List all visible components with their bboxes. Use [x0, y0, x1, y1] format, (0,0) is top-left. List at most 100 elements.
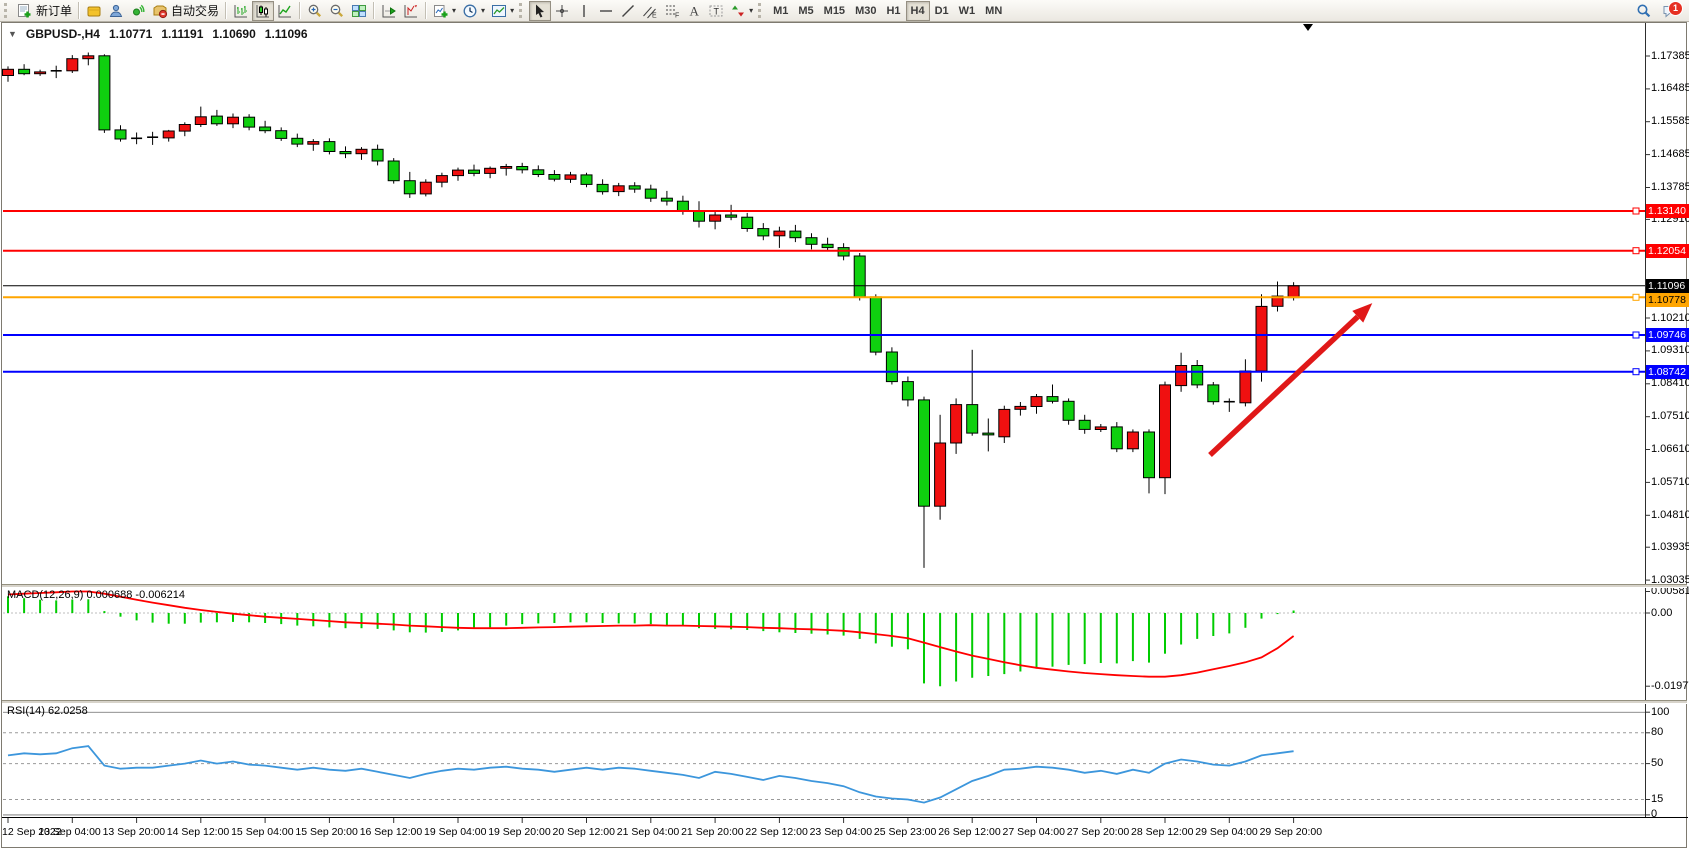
price-axis-line [1645, 23, 1646, 818]
navigator-button[interactable] [127, 1, 149, 21]
time-axis-label[interactable]: 15 Sep 20:00 [295, 826, 357, 838]
rsi-axis-tick: 80 [1651, 726, 1663, 738]
tf-w1-button[interactable]: W1 [954, 1, 981, 21]
tf-mn-button[interactable]: MN [980, 1, 1007, 21]
time-axis-label[interactable]: 20 Sep 12:00 [553, 826, 615, 838]
time-axis-label[interactable]: 19 Sep 04:00 [424, 826, 486, 838]
tf-m30-button[interactable]: M30 [850, 1, 881, 21]
tf-m5-label: M5 [796, 5, 815, 17]
periods-button[interactable]: ▾ [459, 1, 488, 21]
vertical-line-button[interactable] [573, 1, 595, 21]
dropdown-caret-icon[interactable]: ▾ [452, 6, 456, 15]
hline-price-label[interactable]: 1.13140 [1646, 204, 1689, 218]
rsi-axis-tick: 0 [1651, 808, 1657, 820]
candlestick-chart-button[interactable] [252, 1, 274, 21]
trendline-button[interactable] [617, 1, 639, 21]
tf-h1-button[interactable]: H1 [881, 1, 905, 21]
hline-price-label[interactable]: 1.12054 [1646, 244, 1689, 258]
time-axis-label[interactable]: 25 Sep 23:00 [874, 826, 936, 838]
dropdown-caret-icon[interactable]: ▾ [749, 6, 753, 15]
hline-icon [598, 3, 614, 19]
horizontal-line-button[interactable] [595, 1, 617, 21]
crosshair-icon [554, 3, 570, 19]
chart-shift-button[interactable] [400, 1, 422, 21]
price-axis-tick: 1.04810 [1651, 509, 1689, 521]
time-axis-label[interactable]: 13 Sep 04:00 [38, 826, 100, 838]
tf-m1-button[interactable]: M1 [768, 1, 793, 21]
chart-shift-marker[interactable] [1303, 24, 1313, 31]
toolbar-grip[interactable] [758, 3, 764, 18]
arrows-icon [730, 3, 746, 19]
tf-m1-label: M1 [771, 5, 790, 17]
text-label-button[interactable]: T [705, 1, 727, 21]
periods-icon [462, 3, 478, 19]
equidistant-channel-button[interactable]: E [639, 1, 661, 21]
tf-m30-label: M30 [853, 5, 878, 17]
tf-m15-button[interactable]: M15 [819, 1, 850, 21]
time-axis-label[interactable]: 19 Sep 20:00 [488, 826, 550, 838]
time-axis-label[interactable]: 29 Sep 20:00 [1260, 826, 1322, 838]
time-axis-label[interactable]: 26 Sep 12:00 [938, 826, 1000, 838]
tf-m5-button[interactable]: M5 [793, 1, 818, 21]
time-axis-label[interactable]: 15 Sep 04:00 [231, 826, 293, 838]
line-chart-button[interactable] [274, 1, 296, 21]
price-axis-tick: 1.05710 [1651, 476, 1689, 488]
hline-price-label[interactable]: 1.09746 [1646, 328, 1689, 342]
zoom-in-button[interactable] [304, 1, 326, 21]
signal-icon [130, 3, 146, 19]
chevron-down-icon[interactable]: ▼ [8, 29, 17, 39]
tf-h1-label: H1 [884, 5, 902, 17]
time-axis-label[interactable]: 21 Sep 04:00 [617, 826, 679, 838]
time-axis-label[interactable]: 14 Sep 12:00 [167, 826, 229, 838]
tf-h4-button[interactable]: H4 [906, 1, 930, 21]
search-button[interactable] [1633, 1, 1655, 21]
dropdown-caret-icon[interactable]: ▾ [481, 6, 485, 15]
time-axis-label[interactable]: 27 Sep 20:00 [1067, 826, 1129, 838]
ohlc-close: 1.11096 [265, 27, 308, 41]
toolbar-separator [225, 2, 227, 19]
time-axis-label[interactable]: 29 Sep 04:00 [1195, 826, 1257, 838]
tf-d1-button[interactable]: D1 [930, 1, 954, 21]
templates-button[interactable]: ▾ [488, 1, 517, 21]
crosshair-button[interactable] [551, 1, 573, 21]
dropdown-caret-icon[interactable]: ▾ [510, 6, 514, 15]
autotrading-button[interactable]: 自动交易 [149, 1, 222, 21]
price-axis-tick: 1.07510 [1651, 410, 1689, 422]
ohlc-low: 1.10690 [212, 27, 255, 41]
market-watch-button[interactable] [83, 1, 105, 21]
pane-splitter-macd[interactable] [2, 584, 1687, 588]
hline-price-label[interactable]: 1.08742 [1646, 365, 1689, 379]
arrows-button[interactable]: ▾ [727, 1, 756, 21]
toolbar-separator [425, 2, 427, 19]
time-axis-label[interactable]: 23 Sep 04:00 [810, 826, 872, 838]
toolbar-grip[interactable] [519, 3, 525, 18]
time-axis-label[interactable]: 27 Sep 04:00 [1003, 826, 1065, 838]
time-axis-label[interactable]: 16 Sep 12:00 [360, 826, 422, 838]
time-axis-label[interactable]: 22 Sep 12:00 [745, 826, 807, 838]
zoom-out-button[interactable] [326, 1, 348, 21]
bar-chart-button[interactable] [230, 1, 252, 21]
time-axis-label[interactable]: 28 Sep 12:00 [1131, 826, 1193, 838]
price-axis-tick: 1.15585 [1651, 115, 1689, 127]
rsi-indicator-label: RSI(14) 62.0258 [7, 705, 88, 717]
new-chart-icon [433, 3, 449, 19]
notifications-button[interactable]: 1 [1659, 1, 1681, 21]
text-button[interactable]: A [683, 1, 705, 21]
time-axis-label[interactable]: 21 Sep 20:00 [681, 826, 743, 838]
tile-windows-button[interactable] [348, 1, 370, 21]
ohlc-high: 1.11191 [161, 27, 203, 41]
zoom-in-icon [307, 3, 323, 19]
pane-splitter-rsi[interactable] [2, 700, 1687, 704]
auto-scroll-button[interactable] [378, 1, 400, 21]
cursor-button[interactable] [529, 1, 551, 21]
time-axis-line [2, 817, 1688, 818]
new-chart-button[interactable]: ▾ [430, 1, 459, 21]
new-order-button[interactable]: 新订单 [14, 1, 75, 21]
fibonacci-button[interactable]: F [661, 1, 683, 21]
new-order-icon [17, 3, 33, 19]
data-window-button[interactable] [105, 1, 127, 21]
toolbar-grip[interactable] [4, 3, 10, 18]
time-axis-label[interactable]: 13 Sep 20:00 [103, 826, 165, 838]
profile-icon [108, 3, 124, 19]
hline-price-label[interactable]: 1.10778 [1646, 293, 1689, 307]
